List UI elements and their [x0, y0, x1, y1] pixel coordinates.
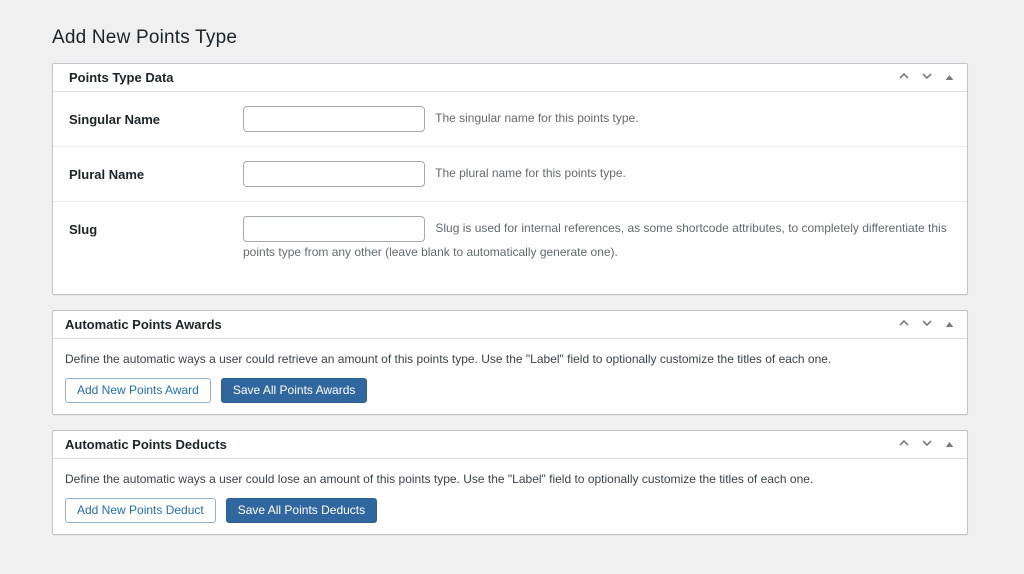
- toggle-panel-button[interactable]: [938, 434, 961, 456]
- triangle-up-icon: [945, 70, 954, 85]
- move-down-button[interactable]: [915, 434, 938, 456]
- metabox-header: Automatic Points Deducts: [53, 431, 967, 459]
- save-all-points-deducts-button[interactable]: Save All Points Deducts: [226, 498, 377, 523]
- add-new-points-award-button[interactable]: Add New Points Award: [65, 378, 211, 403]
- toggle-panel-button[interactable]: [938, 314, 961, 336]
- triangle-up-icon: [945, 437, 954, 452]
- field-area: The plural name for this points type.: [243, 161, 951, 187]
- move-down-button[interactable]: [915, 314, 938, 336]
- plural-name-input[interactable]: [243, 161, 425, 187]
- move-up-button[interactable]: [892, 434, 915, 456]
- metabox-title: Automatic Points Awards: [65, 317, 222, 332]
- metabox-controls: [892, 67, 961, 89]
- metabox-automatic-points-awards: Automatic Points Awards: [52, 310, 968, 415]
- metabox-header: Automatic Points Awards: [53, 311, 967, 339]
- form-row-slug: Slug Slug is used for internal reference…: [53, 202, 967, 294]
- metabox-description: Define the automatic ways a user could l…: [65, 472, 955, 486]
- move-up-button[interactable]: [892, 314, 915, 336]
- chevron-up-icon: [897, 436, 911, 453]
- field-description: The plural name for this points type.: [435, 166, 626, 180]
- singular-name-input[interactable]: [243, 106, 425, 132]
- metabox-title: Automatic Points Deducts: [65, 437, 227, 452]
- move-down-button[interactable]: [915, 67, 938, 89]
- metabox-points-type-data: Points Type Data: [52, 63, 968, 295]
- triangle-up-icon: [945, 317, 954, 332]
- field-description: The singular name for this points type.: [435, 111, 638, 125]
- field-label: Singular Name: [69, 106, 243, 132]
- chevron-up-icon: [897, 316, 911, 333]
- form-row-singular-name: Singular Name The singular name for this…: [53, 92, 967, 147]
- metabox-body: Singular Name The singular name for this…: [53, 92, 967, 294]
- metabox-body: Define the automatic ways a user could r…: [53, 339, 967, 414]
- chevron-down-icon: [920, 316, 934, 333]
- metabox-body: Define the automatic ways a user could l…: [53, 459, 967, 534]
- metabox-title: Points Type Data: [69, 70, 174, 85]
- metabox-description: Define the automatic ways a user could r…: [65, 352, 955, 366]
- save-all-points-awards-button[interactable]: Save All Points Awards: [221, 378, 368, 403]
- field-label: Plural Name: [69, 161, 243, 187]
- metabox-controls: [892, 314, 961, 336]
- chevron-down-icon: [920, 436, 934, 453]
- form-row-plural-name: Plural Name The plural name for this poi…: [53, 147, 967, 202]
- slug-input[interactable]: [243, 216, 425, 242]
- add-new-points-deduct-button[interactable]: Add New Points Deduct: [65, 498, 216, 523]
- metabox-header: Points Type Data: [53, 64, 967, 92]
- field-label: Slug: [69, 216, 243, 262]
- chevron-down-icon: [920, 69, 934, 86]
- field-area: The singular name for this points type.: [243, 106, 951, 132]
- metabox-automatic-points-deducts: Automatic Points Deducts: [52, 430, 968, 535]
- button-row: Add New Points Deduct Save All Points De…: [65, 498, 955, 525]
- field-area: Slug is used for internal references, as…: [243, 216, 951, 262]
- button-row: Add New Points Award Save All Points Awa…: [65, 378, 955, 405]
- metabox-controls: [892, 434, 961, 456]
- page-title: Add New Points Type: [52, 27, 968, 49]
- move-up-button[interactable]: [892, 67, 915, 89]
- toggle-panel-button[interactable]: [938, 67, 961, 89]
- chevron-up-icon: [897, 69, 911, 86]
- admin-page-content: Add New Points Type Points Type Data: [52, 0, 968, 535]
